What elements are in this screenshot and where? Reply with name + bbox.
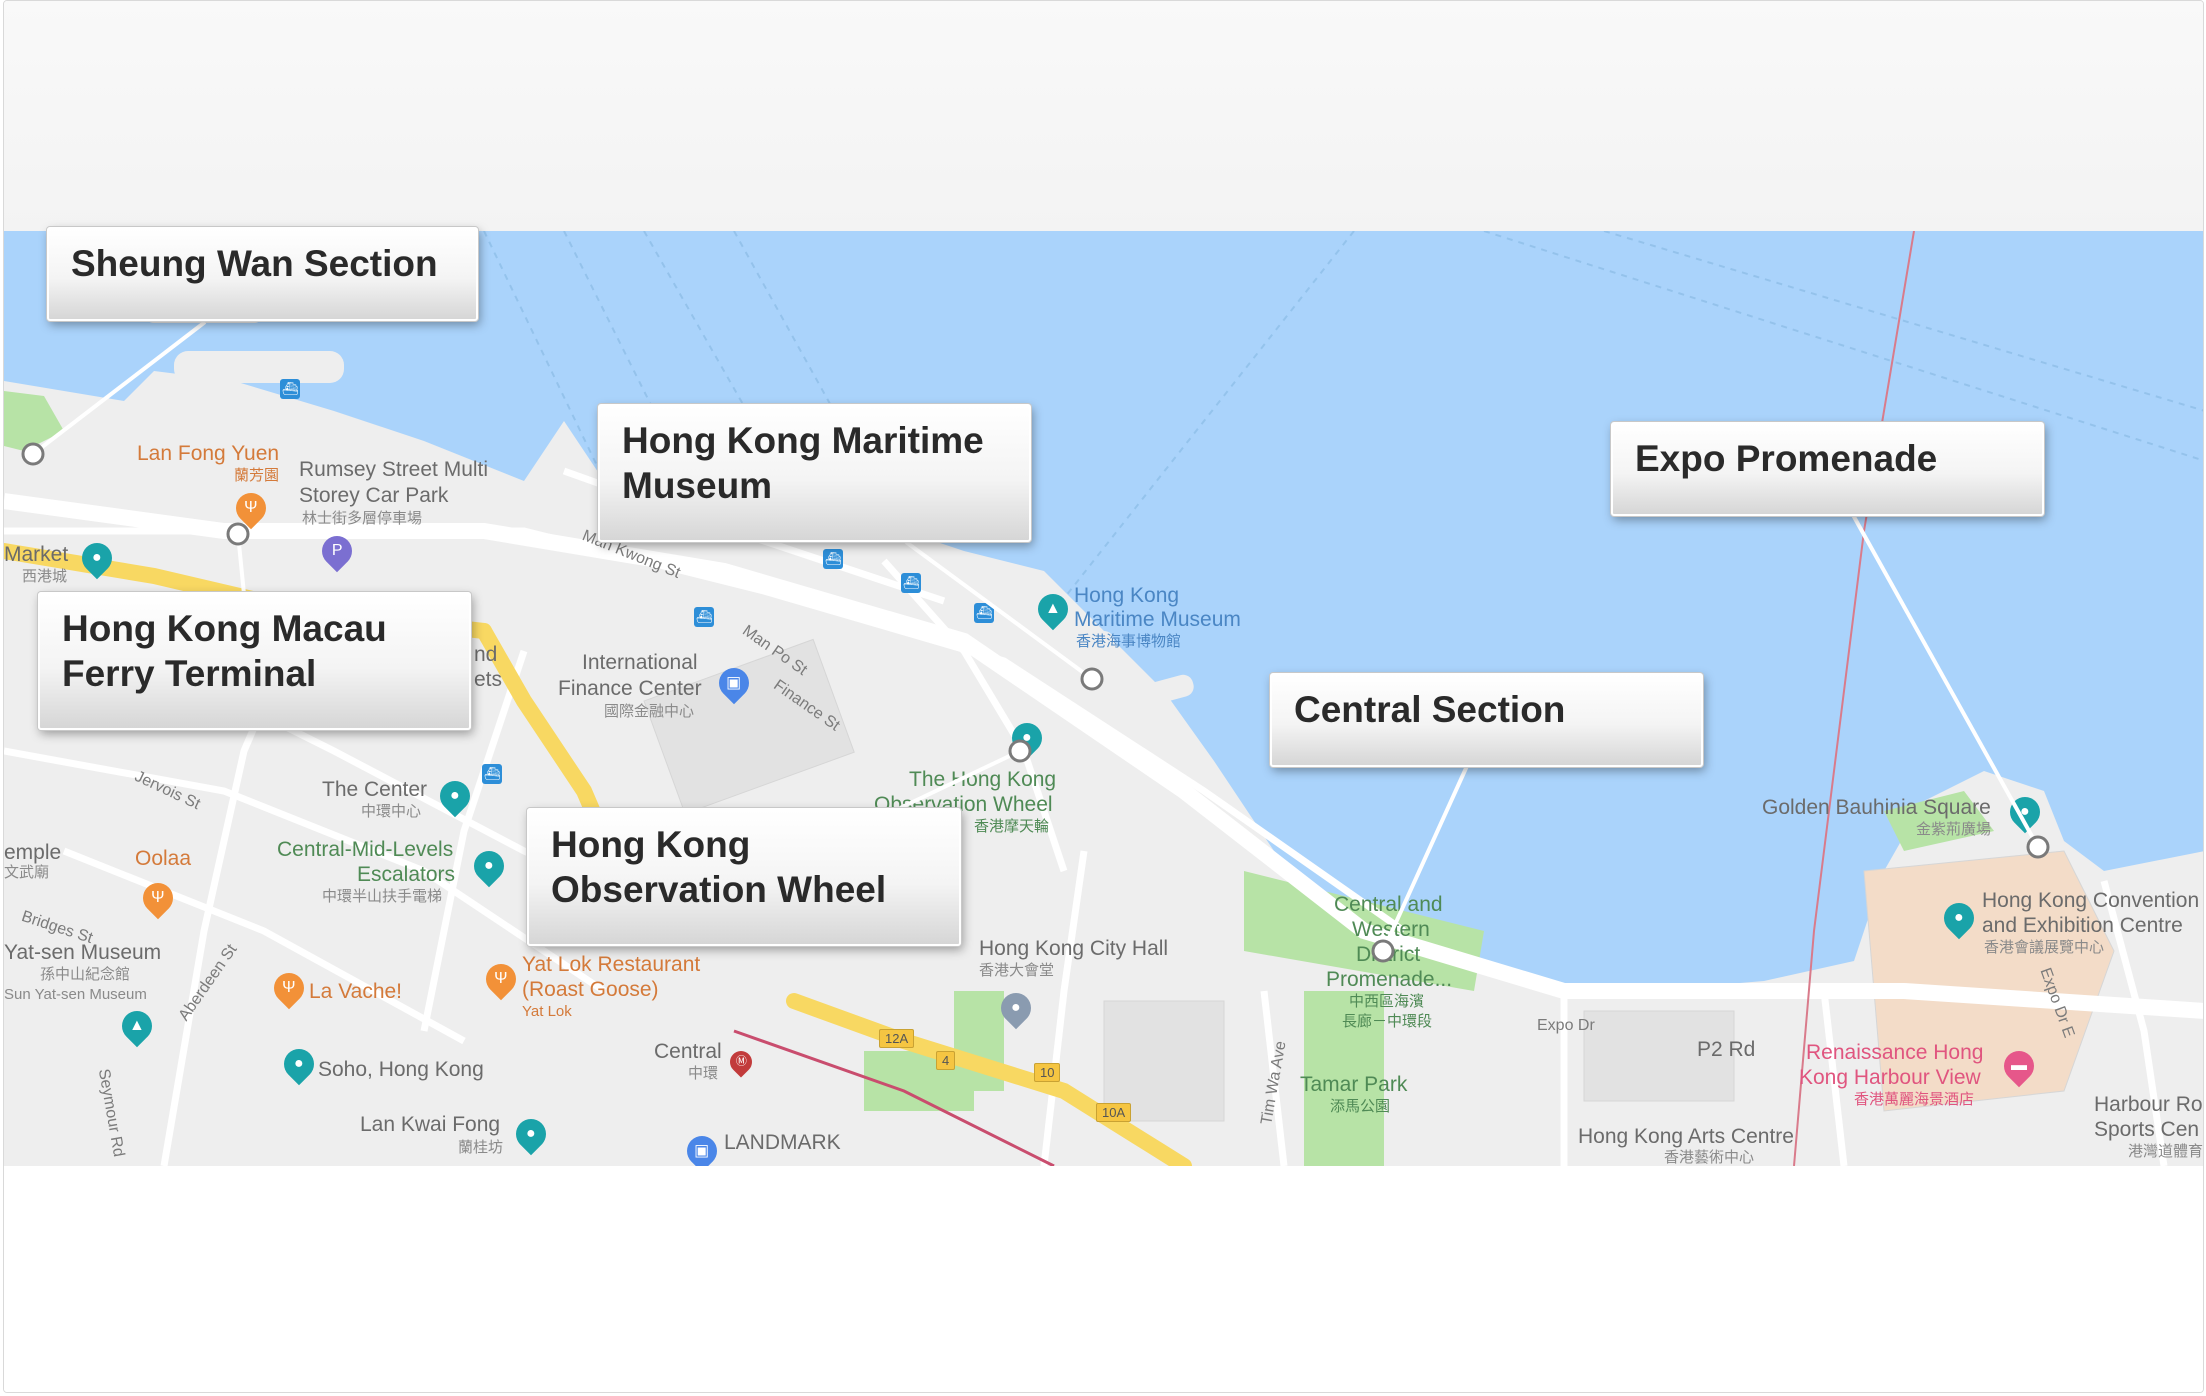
label-obs-wheel-cn: 香港摩天輪: [974, 818, 1050, 835]
label-obs-wheel-1: The Hong Kong: [909, 768, 1057, 791]
label-the-center: The Center: [322, 778, 428, 801]
label-ets: ets: [474, 668, 503, 691]
label-lan-kwai-fong-cn: 蘭桂坊: [458, 1139, 504, 1156]
label-renaissance-2: Kong Harbour View: [1799, 1066, 1981, 1089]
ferry-pier-icon-3[interactable]: ⛴: [901, 573, 921, 593]
label-soho: Soho, Hong Kong: [318, 1058, 484, 1081]
callout-label: Hong Kong Observation Wheel: [551, 824, 887, 910]
label-hk-maritime-2: Maritime Museum: [1074, 608, 1241, 631]
label-cw-promenade-4: Promenade...: [1326, 968, 1453, 991]
road-shield-10a: 10A: [1096, 1103, 1132, 1122]
label-harbour-road-1: Harbour Ro: [2094, 1093, 2203, 1116]
callout-label: Central Section: [1294, 689, 1566, 730]
label-yat-sen-cn: 孫中山紀念館: [40, 966, 131, 983]
callout-central-section[interactable]: Central Section: [1270, 673, 1703, 767]
label-rumsey-cn: 林士街多層停車場: [302, 510, 423, 527]
road-shield-10: 10: [1034, 1063, 1061, 1082]
callout-expo-promenade[interactable]: Expo Promenade: [1611, 422, 2044, 516]
label-cw-promenade-cn1: 中西區海濱: [1349, 993, 1425, 1010]
label-nd: nd: [474, 643, 498, 666]
label-cw-promenade-cn2: 長廊－中環段: [1342, 1013, 1433, 1030]
label-hkcec-1: Hong Kong Convention: [1982, 889, 2200, 912]
label-landmark: LANDMARK: [724, 1131, 841, 1154]
label-yat-lok-3: Yat Lok: [522, 1003, 572, 1020]
label-lan-kwai-fong: Lan Kwai Fong: [360, 1113, 501, 1136]
label-central-mid-2: Escalators: [357, 863, 456, 886]
label-rumsey-2: Storey Car Park: [299, 484, 449, 507]
label-hkcec-2: and Exhibition Centre: [1982, 914, 2183, 937]
label-lan-fong-yuen-cn: 蘭芳園: [234, 467, 280, 484]
callout-hk-maritime-museum[interactable]: Hong Kong Maritime Museum: [598, 404, 1031, 542]
callout-label: Hong Kong Macau Ferry Terminal: [62, 608, 387, 694]
label-harbour-road-cn: 港灣道體育: [2128, 1143, 2204, 1160]
label-temple: emple: [4, 841, 62, 864]
bottom-band: [4, 1166, 2203, 1392]
callout-label: Hong Kong Maritime Museum: [622, 420, 984, 506]
label-hk-maritime-cn: 香港海事博物館: [1076, 633, 1182, 650]
label-yat-sen-1: Yat-sen Museum: [4, 941, 162, 964]
label-renaissance-1: Renaissance Hong: [1806, 1041, 1984, 1064]
label-hk-maritime-1: Hong Kong: [1074, 584, 1180, 607]
ferry-pier-icon-5[interactable]: ⛴: [694, 607, 714, 627]
callout-hk-observation-wheel[interactable]: Hong Kong Observation Wheel: [527, 808, 961, 946]
label-market-cn: 西港城: [22, 568, 68, 585]
ferry-pier-icon-6[interactable]: ⛴: [482, 764, 502, 784]
callout-hk-macau-ferry-terminal[interactable]: Hong Kong Macau Ferry Terminal: [38, 592, 471, 730]
label-cw-promenade-2: Western: [1352, 918, 1430, 941]
label-harbour-road-2: Sports Cen: [2094, 1118, 2200, 1141]
label-central-mid-cn: 中環半山扶手電梯: [322, 888, 443, 905]
label-central-cn: 中環: [688, 1065, 719, 1082]
label-market: Market: [4, 543, 69, 566]
label-ifc-1: International: [582, 651, 698, 674]
label-cw-promenade-1: Central and: [1334, 893, 1443, 916]
road-shield-4: 4: [936, 1051, 956, 1070]
label-ifc-cn: 國際金融中心: [604, 703, 695, 720]
label-yat-lok-2: (Roast Goose): [522, 978, 659, 1001]
label-arts-centre: Hong Kong Arts Centre: [1578, 1125, 1794, 1148]
label-renaissance-cn: 香港萬麗海景酒店: [1854, 1091, 1975, 1108]
label-la-vache: La Vache!: [309, 980, 403, 1003]
label-the-center-cn: 中環中心: [361, 803, 422, 820]
label-tamar-park: Tamar Park: [1300, 1073, 1408, 1096]
label-city-hall: Hong Kong City Hall: [979, 937, 1169, 960]
label-temple-cn: 文武廟: [4, 864, 50, 881]
callout-label: Sheung Wan Section: [71, 243, 438, 284]
ferry-pier-icon-4[interactable]: ⛴: [974, 603, 994, 623]
label-golden-bauhinia: Golden Bauhinia Square: [1762, 796, 1991, 819]
label-cw-promenade-3: District: [1356, 943, 1421, 966]
label-hkcec-cn: 香港會議展覽中心: [1984, 939, 2105, 956]
label-tamar-park-cn: 添馬公園: [1330, 1098, 1391, 1115]
label-ifc-2: Finance Center: [558, 677, 702, 700]
label-arts-centre-cn: 香港藝術中心: [1664, 1149, 1755, 1166]
callout-label: Expo Promenade: [1635, 438, 1938, 479]
ferry-pier-icon[interactable]: ⛴: [280, 379, 300, 399]
label-expo-dr: Expo Dr: [1537, 1017, 1595, 1034]
label-rumsey-1: Rumsey Street Multi: [299, 458, 489, 481]
label-oolaa: Oolaa: [135, 847, 192, 870]
label-p2-rd: P2 Rd: [1697, 1038, 1756, 1061]
road-shield-12a: 12A: [879, 1029, 915, 1048]
label-yat-sen-2: Sun Yat-sen Museum: [4, 986, 147, 1003]
callout-sheung-wan-section[interactable]: Sheung Wan Section: [47, 227, 478, 321]
label-central: Central: [654, 1040, 722, 1063]
top-band: [4, 1, 2203, 231]
ferry-pier-icon-2[interactable]: ⛴: [823, 549, 843, 569]
label-central-mid-1: Central-Mid-Levels: [277, 838, 454, 861]
label-city-hall-cn: 香港大會堂: [979, 962, 1055, 979]
label-lan-fong-yuen: Lan Fong Yuen: [137, 442, 280, 465]
label-yat-lok-1: Yat Lok Restaurant: [522, 953, 701, 976]
label-golden-bauhinia-cn: 金紫荊廣場: [1916, 821, 1992, 838]
